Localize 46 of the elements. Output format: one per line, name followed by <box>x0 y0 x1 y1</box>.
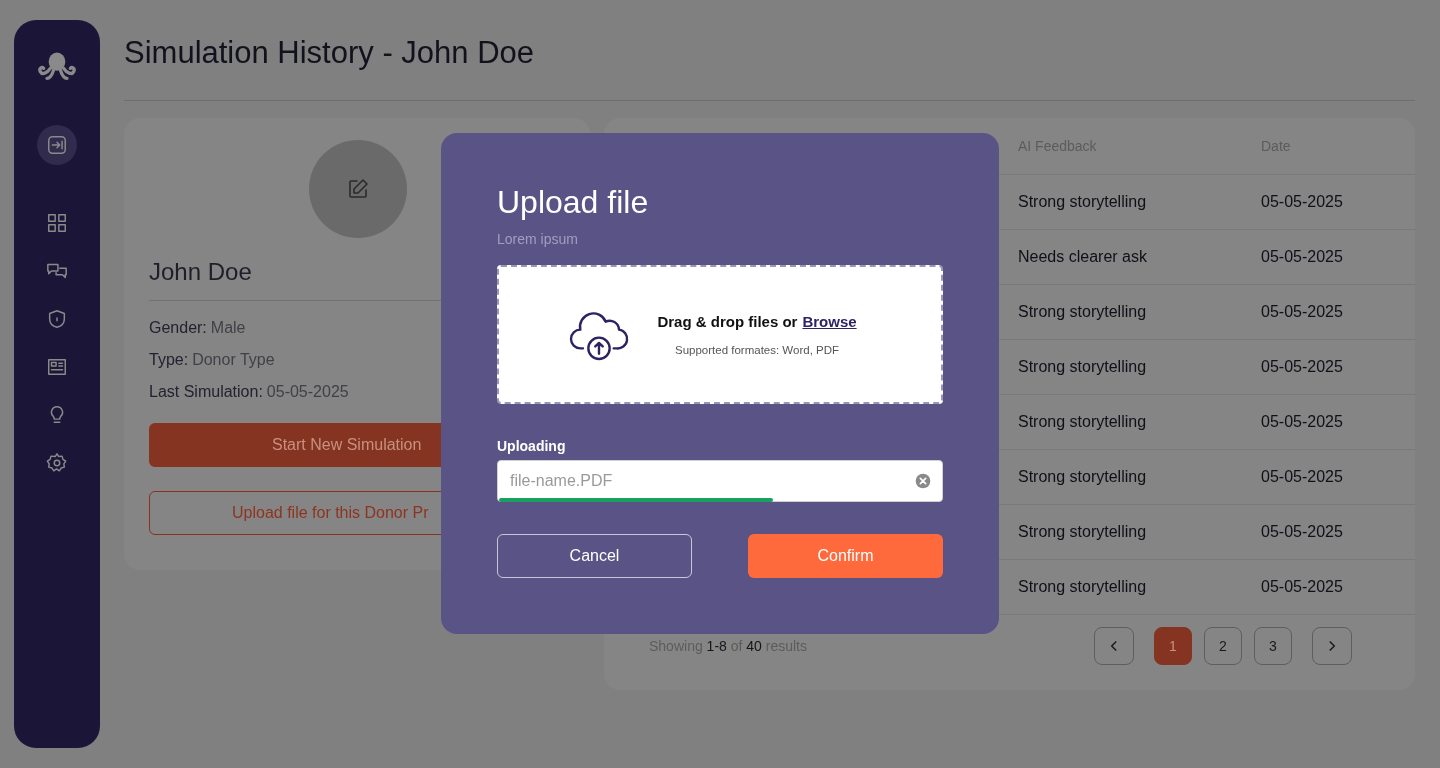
table-cell-text: 05-05-2025 <box>1261 248 1344 266</box>
table-cell-text: Strong storytelling <box>1018 193 1148 211</box>
detail-value: Donor Type <box>192 351 275 369</box>
browse-link[interactable]: Browse <box>802 313 857 330</box>
page-title: Simulation History - John Doe <box>124 34 536 72</box>
table-cell-text: 05-05-2025 <box>1261 413 1344 431</box>
shield-icon <box>46 308 68 330</box>
file-name-field[interactable]: file-name.PDF <box>497 460 943 502</box>
page-button[interactable]: 1 <box>1154 627 1192 665</box>
settings-icon <box>46 452 68 474</box>
profile-name: John Doe <box>149 258 253 286</box>
id-card-icon <box>46 356 68 378</box>
table-cell-text: Strong storytelling <box>1018 523 1148 541</box>
table-cell-text: 05-05-2025 <box>1261 523 1344 541</box>
arrow-into-box-icon <box>46 134 68 156</box>
confirm-button[interactable]: Confirm <box>748 534 943 578</box>
detail-value: Male <box>210 319 246 337</box>
page-button[interactable]: 3 <box>1254 627 1292 665</box>
dialog-title: Upload file <box>497 183 650 221</box>
detail-label: Last Simulation: <box>149 383 263 401</box>
table-cell-text: Strong storytelling <box>1018 413 1148 431</box>
table-cell-text: Strong storytelling <box>1018 468 1148 486</box>
table-cell-text: Strong storytelling <box>1018 578 1148 596</box>
table-cell-text: 05-05-2025 <box>1261 193 1344 211</box>
table-cell-text: 05-05-2025 <box>1261 578 1344 596</box>
collapse-toggle-button[interactable] <box>37 125 77 165</box>
table-cell-text: Needs clearer ask <box>1018 248 1148 266</box>
table-cell-text: 05-05-2025 <box>1261 468 1344 486</box>
clear-icon[interactable] <box>915 473 931 489</box>
table-cell-text: 05-05-2025 <box>1261 303 1344 321</box>
nav-item[interactable] <box>45 211 69 235</box>
nav-item[interactable] <box>45 451 69 475</box>
page-button[interactable]: 2 <box>1204 627 1242 665</box>
detail-label: Type: <box>149 351 189 369</box>
grid-icon <box>46 212 68 234</box>
detail-label: Gender: <box>149 319 207 337</box>
drop-prompt: Drag & drop files or <box>657 313 798 330</box>
uploading-label: Uploading <box>497 438 567 454</box>
table-cell-text: Strong storytelling <box>1018 358 1148 376</box>
detail-value: 05-05-2025 <box>266 383 349 401</box>
supported-formats: Supported formates: Word, PDF <box>674 344 840 356</box>
table-cell-text: 05-05-2025 <box>1261 358 1344 376</box>
dialog-subtitle: Lorem ipsum <box>497 231 579 247</box>
drop-zone[interactable]: Drag & drop files or Browse Supported formates: Word, PDF <box>497 265 943 404</box>
cancel-button[interactable]: Cancel <box>497 534 692 578</box>
table-cell-text: Strong storytelling <box>1018 303 1148 321</box>
